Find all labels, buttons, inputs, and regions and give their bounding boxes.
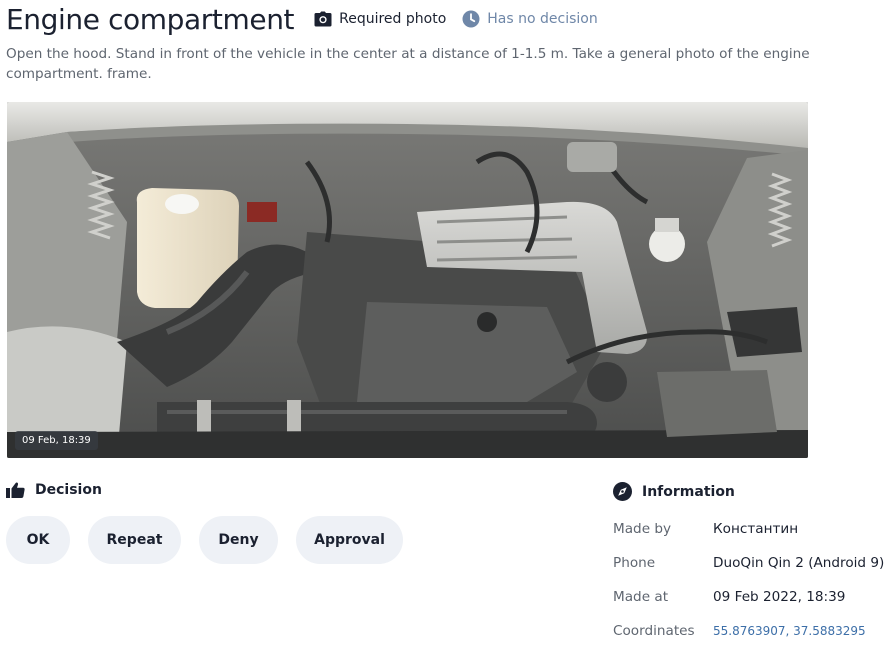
coordinates-link[interactable]: 55.8763907, 37.5883295 <box>713 624 866 638</box>
required-photo-tag: Required photo <box>314 11 446 27</box>
compass-icon <box>613 482 632 501</box>
camera-icon <box>314 11 332 27</box>
deny-button[interactable]: Deny <box>199 516 278 564</box>
info-value: Константин <box>713 521 799 537</box>
instruction-text: Open the hood. Stand in front of the veh… <box>6 46 810 82</box>
info-label: Made at <box>613 589 669 605</box>
ok-button[interactable]: OK <box>6 516 70 564</box>
info-value: DuoQin Qin 2 (Android 9) <box>713 555 885 571</box>
info-label: Phone <box>613 555 656 571</box>
info-row-phone: Phone DuoQin Qin 2 (Android 9) <box>613 546 886 580</box>
header: Engine compartment Required photo Has no… <box>6 2 598 36</box>
approval-button[interactable]: Approval <box>296 516 403 564</box>
page-title: Engine compartment <box>6 2 295 36</box>
decision-status-label: Has no decision <box>487 11 598 27</box>
information-list: Made by Константин Phone DuoQin Qin 2 (A… <box>613 512 886 645</box>
information-heading-label: Information <box>642 483 735 500</box>
info-label: Made by <box>613 521 672 537</box>
info-row-coordinates: Coordinates 55.8763907, 37.5883295 <box>613 614 886 645</box>
clock-icon <box>462 10 480 28</box>
decision-heading-label: Decision <box>35 482 102 498</box>
decision-heading: Decision <box>6 482 102 498</box>
required-photo-label: Required photo <box>339 11 447 27</box>
info-row-made-at: Made at 09 Feb 2022, 18:39 <box>613 580 886 614</box>
engine-photo-image <box>7 102 808 458</box>
photo-timestamp: 09 Feb, 18:39 <box>15 431 98 450</box>
engine-photo[interactable]: 09 Feb, 18:39 <box>7 102 808 458</box>
info-label: Coordinates <box>613 623 695 639</box>
information-heading: Information <box>613 482 735 501</box>
decision-status: Has no decision <box>462 10 598 28</box>
info-row-made-by: Made by Константин <box>613 512 886 546</box>
repeat-button[interactable]: Repeat <box>88 516 181 564</box>
info-value: 09 Feb 2022, 18:39 <box>713 589 846 605</box>
decision-buttons: OK Repeat Deny Approval <box>6 516 421 564</box>
thumbs-up-icon <box>6 482 25 498</box>
